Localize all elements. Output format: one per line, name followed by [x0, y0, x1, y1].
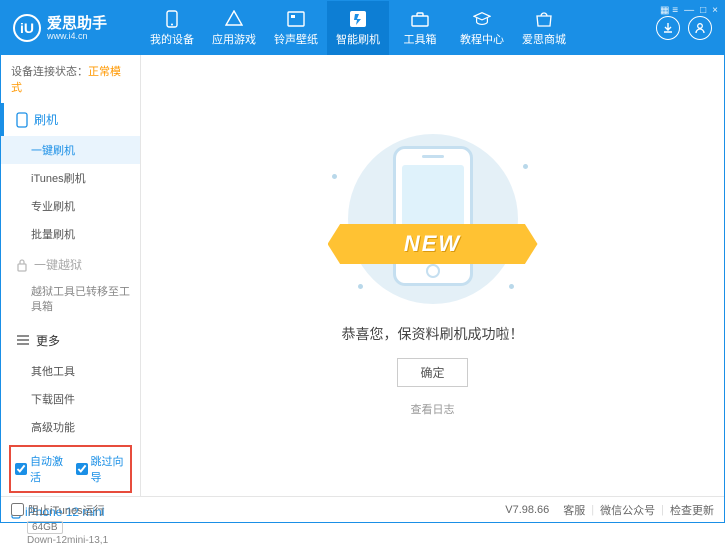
auto-activate-checkbox[interactable]: 自动激活	[15, 453, 66, 485]
checkbox-label: 跳过向导	[91, 453, 127, 485]
download-button[interactable]	[656, 16, 680, 40]
nav-ringtones[interactable]: 铃声壁纸	[265, 1, 327, 55]
more-icon	[16, 334, 30, 346]
title-bar: ▦ ≡ — □ × iU 爱思助手 www.i4.cn 我的设备 应用游戏 铃声	[1, 1, 724, 55]
nav-label: 工具箱	[404, 31, 437, 47]
logo-icon: iU	[13, 14, 41, 42]
account-button[interactable]	[688, 16, 712, 40]
phone-icon	[16, 112, 28, 128]
sidebar-jailbreak-section: 一键越狱 越狱工具已转移至工具箱	[1, 248, 140, 324]
checkbox-highlight-box: 自动激活 跳过向导	[9, 445, 132, 493]
header-right-buttons	[656, 16, 724, 40]
app-url: www.i4.cn	[47, 31, 107, 41]
nav-smart-flash[interactable]: 智能刷机	[327, 1, 389, 55]
section-title: 刷机	[34, 111, 58, 128]
minimize-button[interactable]: —	[684, 5, 694, 16]
phone-illustration	[393, 146, 473, 286]
view-log-link[interactable]: 查看日志	[411, 401, 455, 417]
app-name: 爱思助手	[47, 16, 107, 31]
sidebar-item-other-tools[interactable]: 其他工具	[1, 357, 140, 385]
nav-store[interactable]: 爱思商城	[513, 1, 575, 55]
auto-activate-input[interactable]	[15, 463, 27, 475]
maximize-button[interactable]: □	[700, 5, 706, 16]
nav-tutorials[interactable]: 教程中心	[451, 1, 513, 55]
support-link[interactable]: 客服	[563, 502, 585, 518]
sidebar-item-download-firmware[interactable]: 下载固件	[1, 385, 140, 413]
nav-label: 教程中心	[460, 31, 504, 47]
body: 设备连接状态：正常模式 刷机 一键刷机 iTunes刷机 专业刷机 批量刷机 一…	[1, 55, 724, 496]
lock-icon	[16, 258, 28, 272]
store-icon	[535, 10, 553, 28]
graduation-icon	[473, 10, 491, 28]
success-illustration: NEW	[328, 134, 538, 304]
main-nav: 我的设备 应用游戏 铃声壁纸 智能刷机 工具箱 教程中心	[141, 1, 656, 55]
device-detail: Down-12mini-13,1	[27, 535, 130, 546]
nav-apps-games[interactable]: 应用游戏	[203, 1, 265, 55]
nav-toolbox[interactable]: 工具箱	[389, 1, 451, 55]
checkbox-label: 阻止iTunes运行	[28, 502, 105, 518]
sidebar-item-advanced[interactable]: 高级功能	[1, 413, 140, 441]
flash-icon	[349, 10, 367, 28]
app-window: ▦ ≡ — □ × iU 爱思助手 www.i4.cn 我的设备 应用游戏 铃声	[0, 0, 725, 523]
checkbox-label: 自动激活	[30, 453, 66, 485]
skip-guide-input[interactable]	[76, 463, 88, 475]
section-title: 一键越狱	[34, 256, 82, 273]
sidebar-item-itunes-flash[interactable]: iTunes刷机	[1, 164, 140, 192]
apps-icon	[225, 10, 243, 28]
conn-label: 设备连接状态：	[11, 66, 88, 78]
sidebar-jailbreak-header: 一键越狱	[1, 248, 140, 281]
sidebar: 设备连接状态：正常模式 刷机 一键刷机 iTunes刷机 专业刷机 批量刷机 一…	[1, 55, 141, 496]
main-panel: NEW 恭喜您，保资料刷机成功啦！ 确定 查看日志	[141, 55, 724, 496]
sidebar-item-pro-flash[interactable]: 专业刷机	[1, 192, 140, 220]
sidebar-more-section: 更多 其他工具 下载固件 高级功能	[1, 324, 140, 441]
window-controls: ▦ ≡ — □ ×	[660, 5, 718, 16]
connection-status: 设备连接状态：正常模式	[1, 55, 140, 103]
nav-my-devices[interactable]: 我的设备	[141, 1, 203, 55]
close-button[interactable]: ×	[712, 5, 718, 16]
nav-label: 智能刷机	[336, 31, 380, 47]
sidebar-item-batch-flash[interactable]: 批量刷机	[1, 220, 140, 248]
wallpaper-icon	[287, 10, 305, 28]
status-bar: 阻止iTunes运行 V7.98.66 客服 | 微信公众号 | 检查更新	[1, 496, 724, 522]
nav-label: 我的设备	[150, 31, 194, 47]
sidebar-flash-section: 刷机 一键刷机 iTunes刷机 专业刷机 批量刷机	[1, 103, 140, 248]
section-title: 更多	[36, 332, 60, 349]
logo: iU 爱思助手 www.i4.cn	[1, 14, 141, 42]
window-menu-icon[interactable]: ▦ ≡	[660, 5, 678, 16]
check-update-link[interactable]: 检查更新	[670, 502, 714, 518]
nav-label: 铃声壁纸	[274, 31, 318, 47]
wechat-link[interactable]: 微信公众号	[600, 502, 655, 518]
confirm-button[interactable]: 确定	[397, 358, 467, 387]
phone-icon	[163, 10, 181, 28]
new-ribbon: NEW	[328, 224, 538, 264]
skip-guide-checkbox[interactable]: 跳过向导	[76, 453, 127, 485]
sidebar-flash-header[interactable]: 刷机	[1, 103, 140, 136]
jailbreak-note: 越狱工具已转移至工具箱	[1, 281, 140, 324]
toolbox-icon	[411, 10, 429, 28]
version-label: V7.98.66	[505, 504, 549, 516]
nav-label: 爱思商城	[522, 31, 566, 47]
nav-label: 应用游戏	[212, 31, 256, 47]
success-message: 恭喜您，保资料刷机成功啦！	[342, 324, 524, 344]
sidebar-item-one-click-flash[interactable]: 一键刷机	[1, 136, 140, 164]
block-itunes-checkbox[interactable]: 阻止iTunes运行	[11, 502, 105, 518]
block-itunes-input[interactable]	[11, 503, 24, 516]
sidebar-more-header[interactable]: 更多	[1, 324, 140, 357]
